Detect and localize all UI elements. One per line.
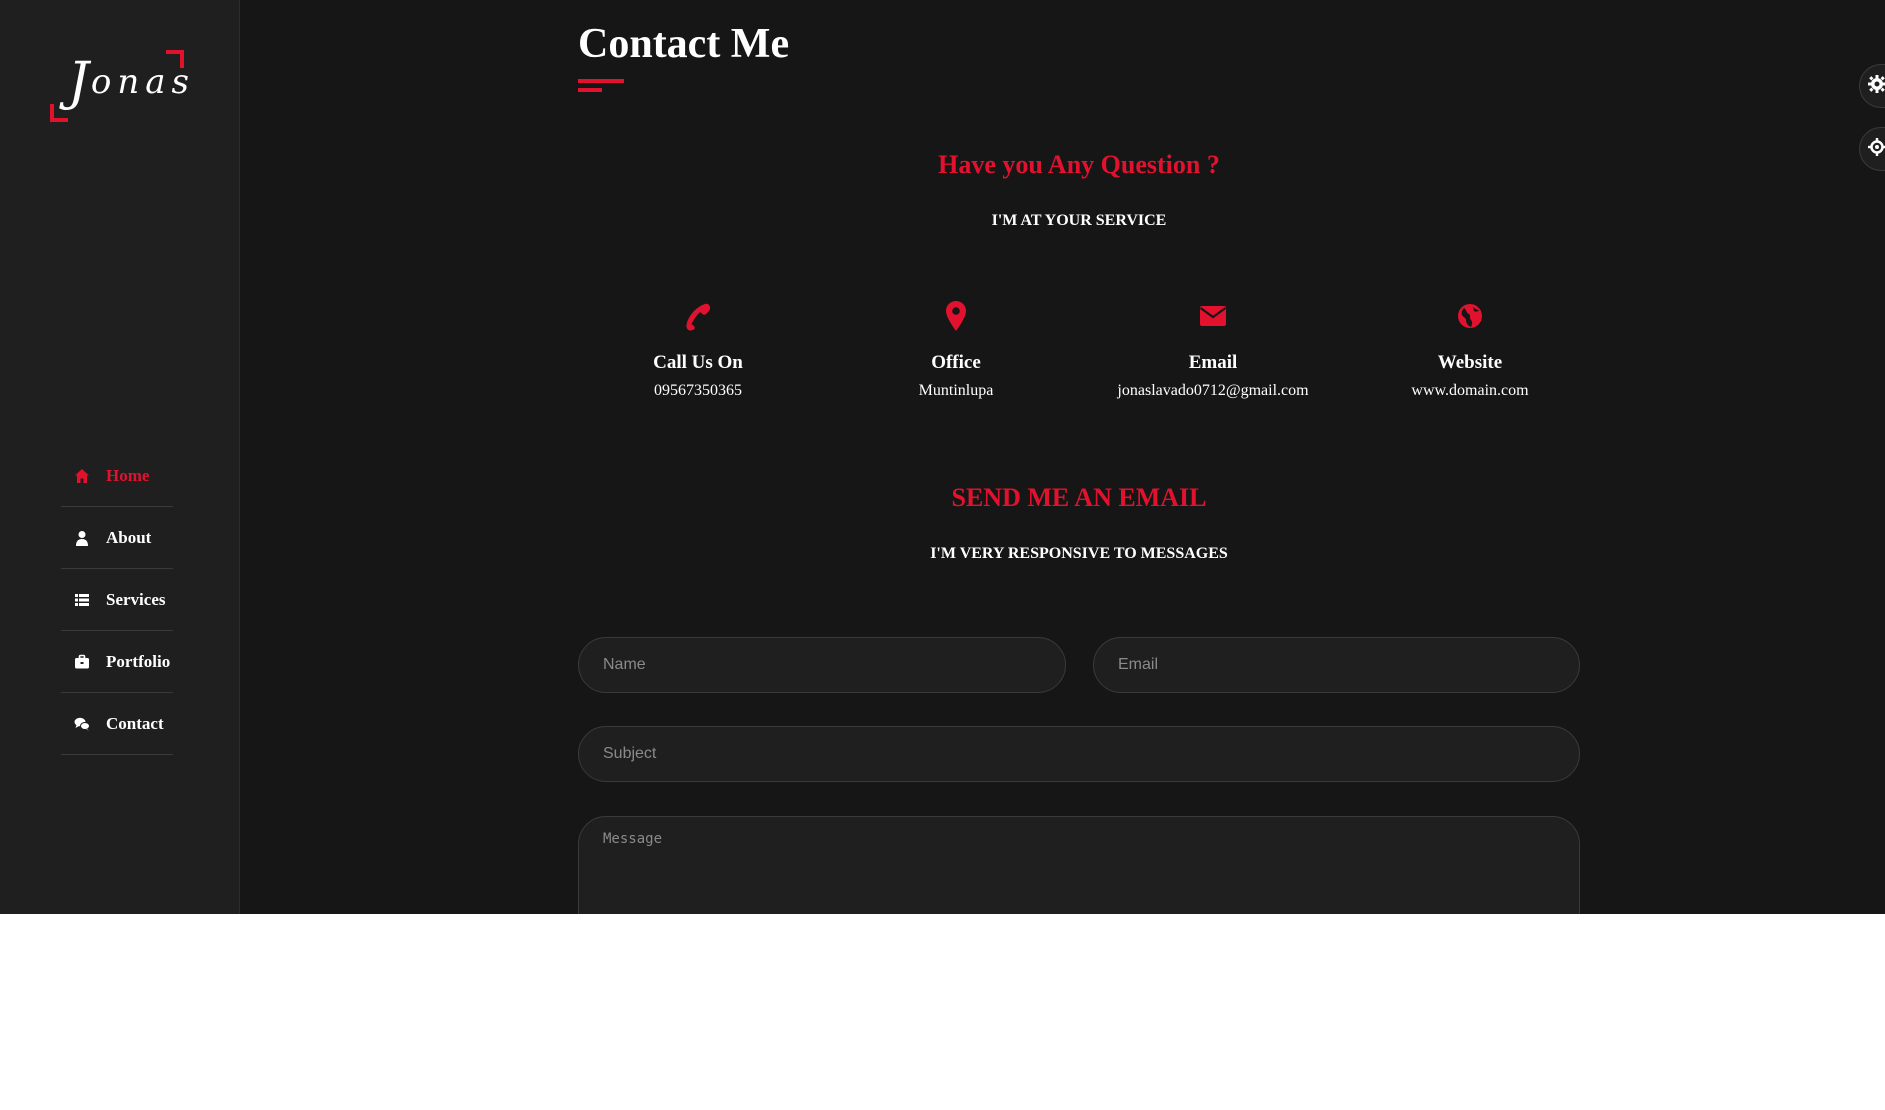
subject-field: [578, 726, 1580, 782]
email-field: [1093, 637, 1580, 693]
sidebar-item-label: Portfolio: [106, 651, 171, 671]
info-office-title: Office: [931, 352, 981, 373]
sidebar-item-contact[interactable]: Contact: [61, 693, 173, 755]
info-phone-value[interactable]: 09567350365: [578, 382, 818, 400]
info-website-value[interactable]: www.domain.com: [1350, 382, 1590, 400]
info-phone: Call Us On 09567350365: [578, 298, 818, 400]
title-underline-long: [578, 79, 624, 83]
main-content: Contact Me Have you Any Question ? I'M A…: [241, 0, 1885, 914]
sidebar-item-label: Contact: [106, 713, 164, 733]
email-section-subheading: I'M VERY RESPONSIVE TO MESSAGES: [930, 545, 1228, 562]
info-office: Office Muntinlupa: [836, 298, 1076, 400]
message-field: [578, 816, 1580, 914]
subject-input[interactable]: [579, 727, 1579, 781]
logo-initial: J: [68, 52, 91, 112]
home-icon: [74, 468, 90, 484]
message-textarea[interactable]: [579, 817, 1579, 914]
sidebar-item-home[interactable]: Home: [61, 445, 173, 507]
contact-info-grid: Call Us On 09567350365 Office Muntinlupa…: [578, 298, 1608, 418]
info-email-title: Email: [1188, 352, 1238, 373]
question-subheading: I'M AT YOUR SERVICE: [991, 212, 1167, 229]
envelope-icon: [1093, 298, 1333, 334]
name-field: [578, 637, 1066, 693]
email-input[interactable]: [1094, 638, 1579, 692]
sidebar-item-about[interactable]: About: [61, 507, 173, 569]
sidebar-item-label: About: [106, 527, 152, 547]
gear-icon: [1868, 74, 1885, 98]
sidebar-item-services[interactable]: Services: [61, 569, 173, 631]
info-email-value[interactable]: jonaslavado0712@gmail.com: [1093, 382, 1333, 400]
map-marker-icon: [836, 298, 1076, 334]
page-title: Contact Me: [578, 21, 790, 67]
name-input[interactable]: [579, 638, 1065, 692]
sidebar-nav: Home About Services Portfolio Contact: [61, 445, 173, 755]
info-phone-title: Call Us On: [653, 352, 743, 373]
logo-corner-bottom-left: [50, 104, 68, 122]
sidebar: Jonas Home About Services Portfolio Cont…: [0, 0, 240, 914]
logo-text: Jonas: [68, 56, 195, 108]
info-office-value: Muntinlupa: [918, 382, 994, 399]
logo[interactable]: Jonas: [50, 50, 189, 122]
page-viewport: Jonas Home About Services Portfolio Cont…: [0, 0, 1885, 914]
briefcase-icon: [74, 654, 90, 670]
settings-icon: [1868, 137, 1885, 161]
sidebar-item-portfolio[interactable]: Portfolio: [61, 631, 173, 693]
question-heading: Have you Any Question ?: [938, 150, 1220, 179]
comments-icon: [74, 716, 90, 732]
info-website: Website www.domain.com: [1350, 298, 1590, 400]
info-email: Email jonaslavado0712@gmail.com: [1093, 298, 1333, 400]
email-section-heading: SEND ME AN EMAIL: [951, 483, 1207, 512]
logo-name: onas: [90, 62, 195, 102]
sidebar-item-label: Home: [106, 465, 150, 485]
sidebar-item-label: Services: [106, 589, 166, 609]
user-icon: [74, 530, 90, 546]
globe-icon: [1350, 298, 1590, 334]
info-website-title: Website: [1437, 352, 1503, 373]
title-underline-short: [578, 88, 602, 92]
phone-icon: [578, 298, 818, 334]
list-icon: [74, 592, 90, 608]
